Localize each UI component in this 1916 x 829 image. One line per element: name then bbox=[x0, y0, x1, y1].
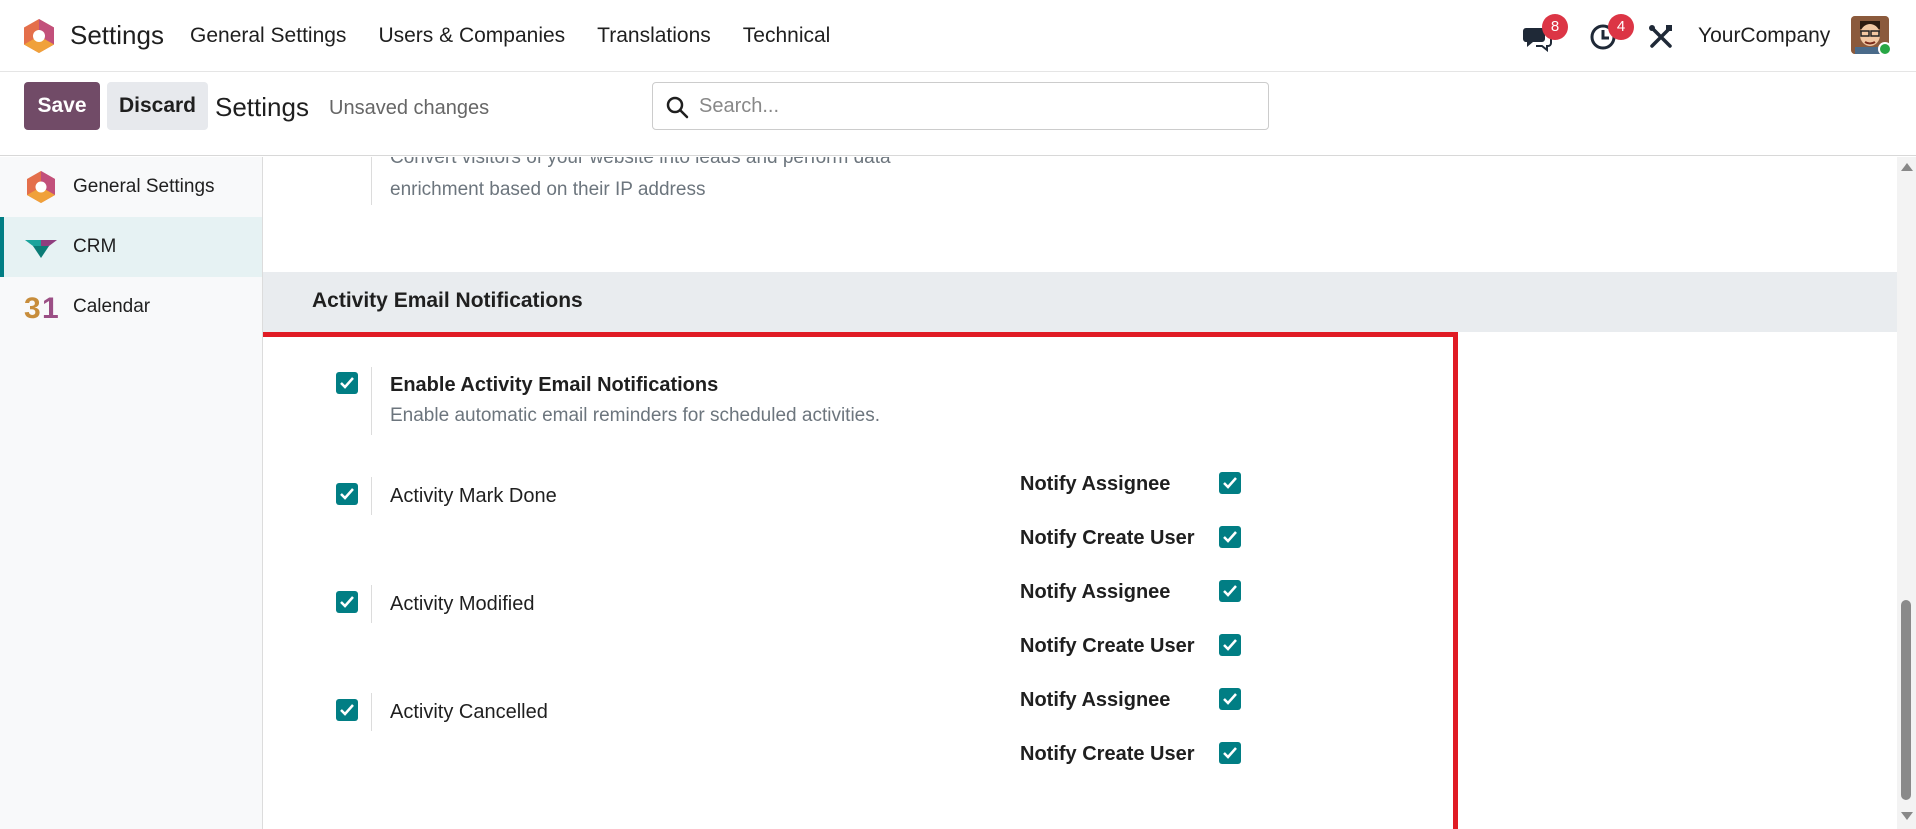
notify-assignee-label: Notify Assignee bbox=[1020, 581, 1171, 603]
vertical-scrollbar[interactable] bbox=[1897, 157, 1916, 829]
online-status-dot bbox=[1878, 42, 1892, 56]
cancelled-notify-assignee-checkbox[interactable] bbox=[1219, 688, 1241, 710]
activity-cancelled-label: Activity Cancelled bbox=[390, 701, 548, 723]
scrollbar-thumb[interactable] bbox=[1901, 600, 1911, 800]
section-title: Activity Email Notifications bbox=[312, 289, 583, 312]
svg-text:1: 1 bbox=[42, 292, 58, 324]
settings-content: Convert visitors of your website into le… bbox=[263, 157, 1897, 829]
discard-button[interactable]: Discard bbox=[107, 82, 208, 130]
sidebar-item-label: Calendar bbox=[73, 296, 151, 317]
activity-modified-label: Activity Modified bbox=[390, 593, 535, 615]
odoo-settings-logo-icon[interactable] bbox=[22, 18, 56, 54]
description-line: enrichment based on their IP address bbox=[390, 179, 706, 200]
top-navbar: Settings General Settings Users & Compan… bbox=[0, 0, 1916, 72]
mark-done-notify-create-user-checkbox[interactable] bbox=[1219, 526, 1241, 548]
menu-users-companies[interactable]: Users & Companies bbox=[378, 24, 565, 48]
section-header: Activity Email Notifications bbox=[263, 272, 1897, 332]
company-switcher[interactable]: YourCompany bbox=[1698, 24, 1830, 48]
debug-tools-icon[interactable] bbox=[1646, 22, 1676, 52]
scroll-down-arrow-icon[interactable] bbox=[1901, 812, 1913, 820]
modified-notify-assignee-checkbox[interactable] bbox=[1219, 580, 1241, 602]
notify-create-user-label: Notify Create User bbox=[1020, 527, 1195, 549]
menu-technical[interactable]: Technical bbox=[743, 24, 831, 48]
activity-mark-done-label: Activity Mark Done bbox=[390, 485, 557, 507]
description-line: Convert visitors of your website into le… bbox=[390, 157, 891, 168]
messages-badge: 8 bbox=[1542, 14, 1568, 40]
enable-activity-notifications-label: Enable Activity Email Notifications bbox=[390, 374, 719, 396]
setting-divider bbox=[371, 157, 372, 205]
save-button[interactable]: Save bbox=[24, 82, 100, 130]
notify-assignee-label: Notify Assignee bbox=[1020, 689, 1171, 711]
activity-mark-done-checkbox[interactable] bbox=[336, 483, 358, 505]
modified-notify-create-user-checkbox[interactable] bbox=[1219, 634, 1241, 656]
mark-done-notify-assignee-checkbox[interactable] bbox=[1219, 472, 1241, 494]
crm-app-icon bbox=[25, 240, 57, 258]
calendar-app-icon: 3 1 bbox=[24, 292, 58, 324]
setting-divider bbox=[371, 585, 372, 623]
settings-app-icon bbox=[27, 171, 55, 203]
notify-create-user-label: Notify Create User bbox=[1020, 635, 1195, 657]
search-input[interactable] bbox=[699, 83, 1259, 129]
activity-cancelled-checkbox[interactable] bbox=[336, 699, 358, 721]
menu-general-settings[interactable]: General Settings bbox=[190, 24, 346, 48]
menu-translations[interactable]: Translations bbox=[597, 24, 711, 48]
sidebar-item-general-settings[interactable]: General Settings bbox=[0, 157, 262, 217]
activity-modified-checkbox[interactable] bbox=[336, 591, 358, 613]
activities-badge: 4 bbox=[1608, 14, 1634, 40]
setting-divider bbox=[371, 367, 372, 435]
sidebar-item-label: General Settings bbox=[73, 176, 215, 197]
unsaved-changes-indicator: Unsaved changes bbox=[329, 97, 490, 119]
sidebar-item-label: CRM bbox=[73, 236, 117, 257]
sidebar-item-crm[interactable]: CRM bbox=[0, 217, 262, 277]
enable-activity-notifications-description: Enable automatic email reminders for sch… bbox=[390, 405, 881, 426]
notify-assignee-label: Notify Assignee bbox=[1020, 473, 1171, 495]
sidebar-item-calendar[interactable]: 3 1 Calendar bbox=[0, 277, 262, 337]
search-box[interactable] bbox=[652, 82, 1269, 130]
enable-activity-notifications-checkbox[interactable] bbox=[336, 372, 358, 394]
systray: 8 4 YourCompany bbox=[1496, 0, 1916, 72]
setting-divider bbox=[371, 693, 372, 731]
cancelled-notify-create-user-checkbox[interactable] bbox=[1219, 742, 1241, 764]
scroll-up-arrow-icon[interactable] bbox=[1901, 163, 1913, 171]
svg-text:3: 3 bbox=[24, 292, 41, 324]
previous-setting-description: Convert visitors of your website into le… bbox=[390, 157, 990, 206]
notify-create-user-label: Notify Create User bbox=[1020, 743, 1195, 765]
control-panel: Save Discard Settings Unsaved changes bbox=[0, 72, 1916, 156]
breadcrumb: Settings bbox=[215, 92, 309, 122]
main-menu: General Settings Users & Companies Trans… bbox=[190, 24, 830, 48]
setting-divider bbox=[371, 477, 372, 515]
app-title[interactable]: Settings bbox=[70, 20, 164, 51]
settings-sidebar: General Settings CRM 3 1 Calendar bbox=[0, 157, 263, 829]
search-icon bbox=[666, 96, 689, 119]
